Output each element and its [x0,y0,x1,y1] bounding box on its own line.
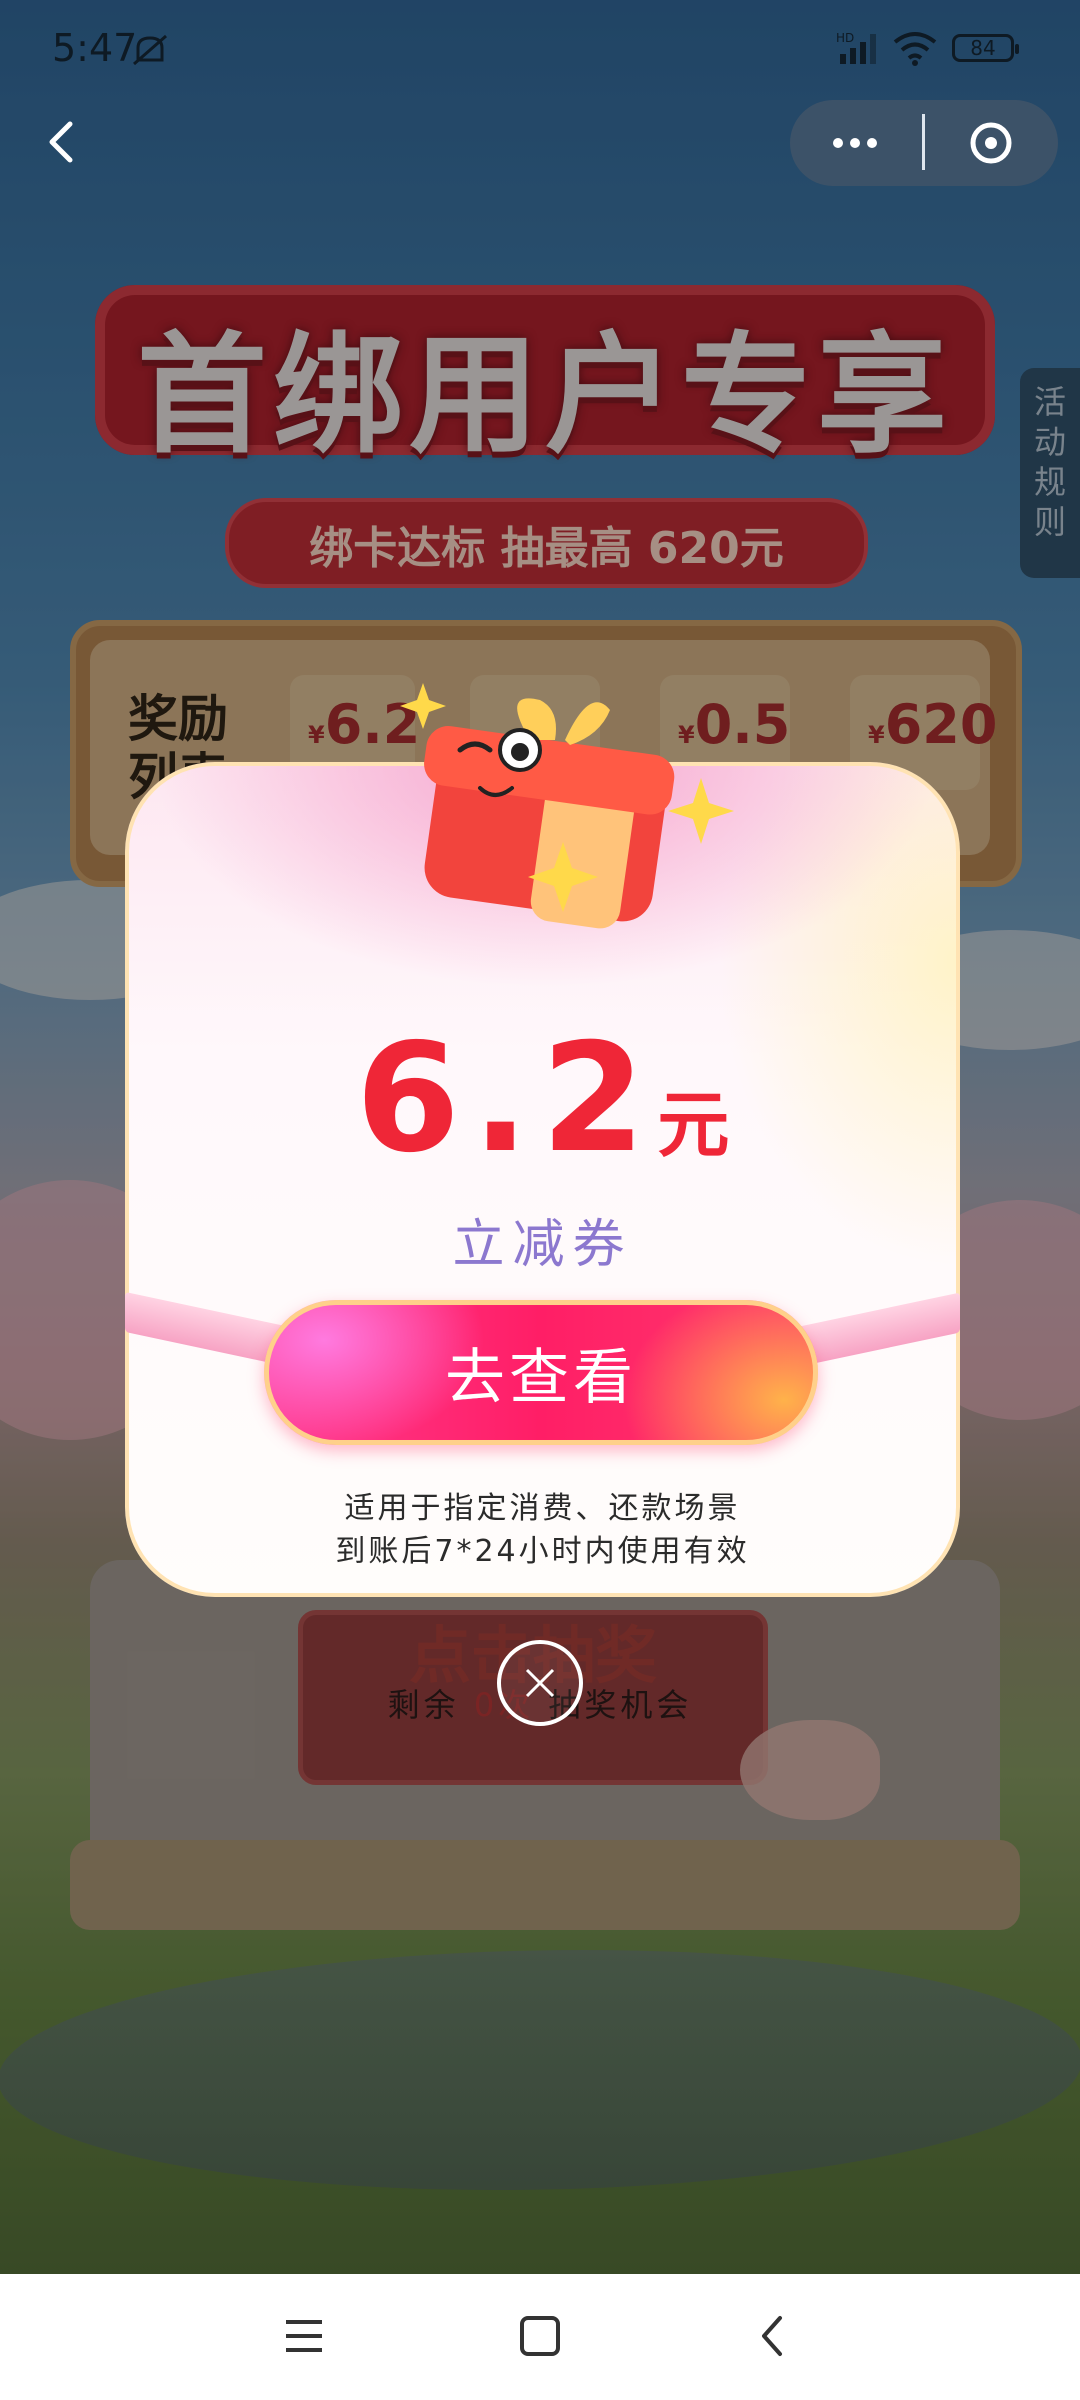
mute-icon [133,34,167,66]
menu-icon[interactable] [278,2310,330,2362]
coupon-usage-note: 适用于指定消费、还款场景 [344,1491,741,1526]
close-circle-icon[interactable] [945,110,1045,176]
capsule-divider [922,114,925,170]
battery-icon: 84 [952,34,1019,62]
status-time: 5:47 [52,26,138,70]
reward-amount: 6.2元 [125,1012,960,1186]
coupon-validity-note: 到账后7*24小时内使用有效 [335,1534,750,1569]
more-dots-icon[interactable] [800,110,910,176]
status-bar: 5:47 HD 84 [0,0,1080,100]
sparkle-star-icon [400,683,446,729]
amount-value: 6.2 [355,1012,658,1186]
close-icon[interactable] [497,1640,583,1726]
view-coupon-button[interactable]: 去查看 [264,1300,818,1445]
wifi-icon [893,32,937,66]
sparkle-star-icon [528,842,598,912]
svg-text:HD: HD [836,31,854,45]
back-button[interactable] [36,110,88,174]
coupon-type-label: 立减券 [452,1215,633,1275]
amount-unit: 元 [657,1083,730,1167]
home-square-icon[interactable] [514,2310,566,2362]
chevron-left-icon[interactable] [752,2308,792,2364]
signal-icon: HD [836,31,876,64]
sparkle-star-icon [668,778,734,844]
